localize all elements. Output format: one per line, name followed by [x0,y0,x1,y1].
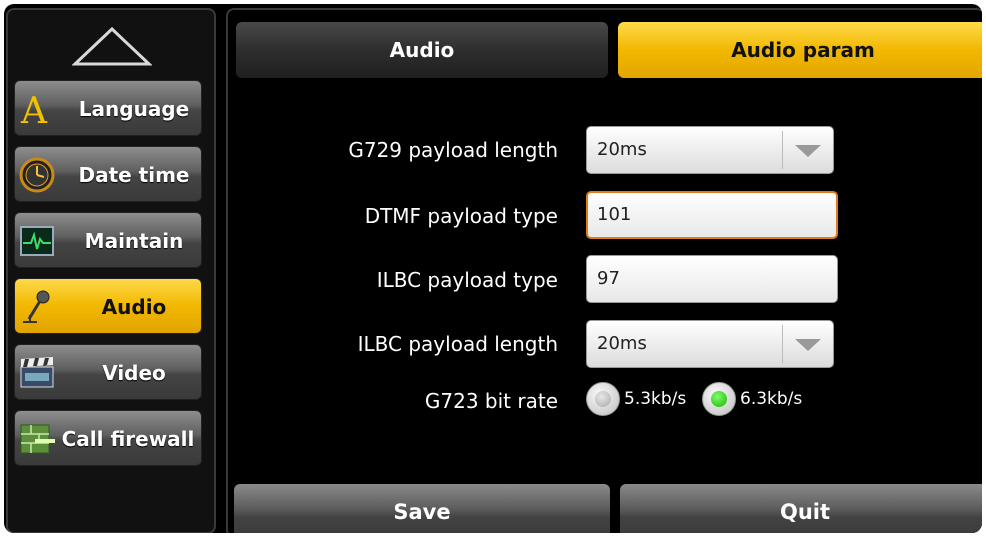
g729-payload-length-value: 20ms [597,139,647,160]
sidebar-item-label: Call firewall [61,427,195,451]
tab-audio-param[interactable]: Audio param [618,22,982,78]
sidebar-item-label: Date time [78,163,190,187]
dtmf-payload-type-label: DTMF payload type [364,204,558,228]
clapperboard-icon [20,357,54,388]
ilbc-payload-length-value: 20ms [597,333,647,354]
g723-option-6-3-radio[interactable] [702,382,736,416]
firewall-icon [20,424,55,454]
microphone-icon [23,290,50,323]
monitor-icon [20,226,54,256]
sidebar-item-label: Language [78,97,190,121]
ilbc-payload-type-field[interactable]: 97 [586,255,838,303]
g729-payload-length-label: G729 payload length [348,138,558,162]
g729-payload-length-select[interactable]: 20ms [586,126,834,174]
ilbc-payload-length-label: ILBC payload length [357,332,558,356]
sidebar-item-maintain[interactable]: Maintain [14,212,202,268]
main-panel: Audio Audio param G729 payload length 20… [226,8,982,533]
g723-bit-rate-label: G723 bit rate [424,389,558,413]
g723-option-5-3-label: 5.3kb/s [624,389,687,409]
sidebar-item-call-firewall[interactable]: Call firewall [14,410,202,466]
chevron-down-icon [782,131,821,169]
clock-icon [19,157,55,193]
g723-option-5-3-radio[interactable] [586,382,620,416]
sidebar-item-audio[interactable]: Audio [14,278,202,334]
svg-text:A: A [20,91,48,127]
quit-button[interactable]: Quit [620,484,982,533]
letter-a-icon: A [20,91,48,127]
chevron-down-icon [782,325,821,363]
tab-audio[interactable]: Audio [236,22,608,78]
sidebar: A Language Date time Maintain Audio Vide… [6,8,216,533]
app-frame: A Language Date time Maintain Audio Vide… [4,4,982,533]
g723-option-6-3-label: 6.3kb/s [740,389,803,409]
sidebar-item-video[interactable]: Video [14,344,202,400]
sidebar-item-label: Audio [101,295,167,319]
sidebar-item-label: Video [102,361,166,385]
save-button[interactable]: Save [234,484,610,533]
sidebar-item-date-time[interactable]: Date time [14,146,202,202]
sidebar-item-label: Maintain [84,229,184,253]
sidebar-item-language[interactable]: A Language [14,80,202,136]
ilbc-payload-type-label: ILBC payload type [376,268,558,292]
scroll-up-icon[interactable] [72,26,152,68]
dtmf-payload-type-field[interactable]: 101 [586,191,838,239]
ilbc-payload-length-select[interactable]: 20ms [586,320,834,368]
